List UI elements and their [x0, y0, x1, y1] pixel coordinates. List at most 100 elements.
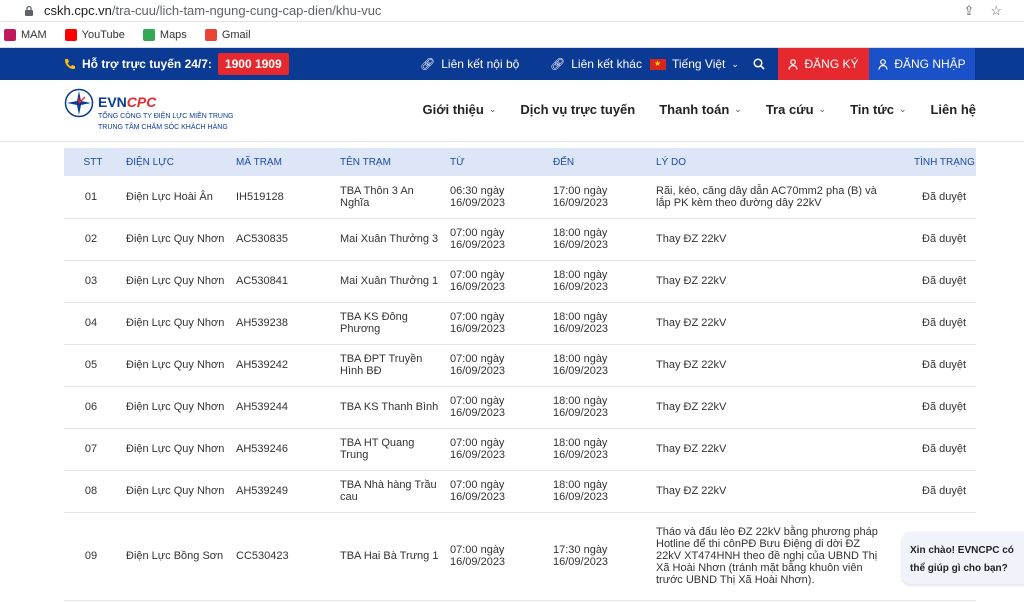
bookmarks-bar: MAM YouTube Maps Gmail [0, 22, 1024, 48]
evn-star-icon [64, 88, 94, 118]
table-cell: Tháo và đấu lèo ĐZ 22kV bằng phương pháp… [652, 512, 884, 601]
bookmark-label: Maps [159, 28, 187, 41]
table-cell: Thay ĐZ 22kV [652, 302, 884, 345]
browser-address-bar: cskh.cpc.vn/tra-cuu/lich-tam-ngung-cung-… [0, 0, 1024, 22]
chevron-down-icon: ⌄ [818, 104, 827, 114]
bookmark-maps[interactable]: Maps [142, 28, 187, 41]
table-header-row: STT ĐIỆN LỰC MÃ TRẠM TÊN TRẠM TỪ ĐẾN LÝ DO TÌNH… [64, 148, 976, 176]
table-cell: 18:00 ngày 16/09/2023 [549, 428, 652, 471]
hotline: Hỗ trợ trực tuyến 24/7: 1900 1909 [64, 53, 289, 75]
hotline-label: Hỗ trợ trực tuyến 24/7: [82, 57, 212, 71]
url-field[interactable]: cskh.cpc.vn/tra-cuu/lich-tam-ngung-cung-… [44, 3, 963, 18]
table-cell: 07:00 ngày 16/09/2023 [446, 302, 549, 345]
chevron-down-icon: ⌄ [734, 104, 742, 114]
nav-item-label: Tin tức [850, 102, 894, 117]
register-button[interactable]: ĐĂNG KÝ [778, 48, 869, 80]
table-cell: Thay ĐZ 22kV [652, 344, 884, 387]
share-icon[interactable]: ⇪ [963, 3, 974, 19]
column-header[interactable]: ĐẾN [549, 148, 652, 176]
table-cell: Điện Lực Quy Nhơn [122, 344, 232, 387]
chevron-down-icon: ⌄ [898, 104, 907, 114]
language-select[interactable]: Tiếng Việt ⌄ [650, 57, 739, 71]
column-header[interactable]: STT [64, 148, 122, 176]
gmail-icon [204, 28, 217, 41]
nav-item-4[interactable]: Tin tức ⌄ [850, 102, 906, 117]
table-cell: Thay ĐZ 22kV [652, 260, 884, 303]
table-cell: AC530841 [232, 260, 336, 303]
url-path: /tra-cuu/lich-tam-ngung-cung-cap-dien/kh… [111, 3, 382, 18]
table-cell: 07:00 ngày 16/09/2023 [446, 344, 549, 387]
login-button[interactable]: ĐĂNG NHẬP [869, 48, 975, 80]
column-header[interactable]: TÌNH TRẠNG [884, 148, 976, 176]
table-cell: 07:00 ngày 16/09/2023 [446, 386, 549, 429]
table-cell: TBA Thôn 3 An Nghĩa [336, 176, 446, 219]
bookmark-label: YouTube [81, 28, 125, 41]
table-cell: 18:00 ngày 16/09/2023 [549, 302, 652, 345]
table-cell: TBA ĐPT Truyền Hình BĐ [336, 344, 446, 387]
bookmark-mam[interactable]: MAM [4, 28, 47, 41]
table-cell: TBA Nhà hàng Trầu cau [336, 470, 446, 513]
link-icon: 🔗︎ [420, 57, 436, 71]
other-links[interactable]: 🔗︎ Liên kết khác [550, 57, 642, 71]
table-cell: Đã duyệt [884, 176, 976, 219]
column-header[interactable]: MÃ TRẠM [232, 148, 336, 176]
logo-brand: EVNCPC [98, 94, 157, 110]
table-cell: 05 [64, 344, 122, 387]
hotline-number[interactable]: 1900 1909 [217, 53, 289, 75]
nav-item-0[interactable]: Giới thiệu ⌄ [423, 102, 497, 117]
table-cell: Đã duyệt [884, 470, 976, 513]
other-links-label: Liên kết khác [571, 57, 642, 71]
table-cell: 07:00 ngày 16/09/2023 [446, 470, 549, 513]
table-cell: AH539246 [232, 428, 336, 471]
table-row: 04 Điện Lực Quy Nhơn AH539238 TBA KS Đông P… [64, 302, 976, 345]
chat-greeting-bubble[interactable]: Xin chào! EVNCPC có thể giúp gì cho bạn? [902, 532, 1024, 584]
phone-icon [64, 58, 76, 70]
column-header[interactable]: ĐIỆN LỰC [122, 148, 232, 176]
column-header[interactable]: TÊN TRẠM [336, 148, 446, 176]
nav-item-label: Dịch vụ trực tuyến [520, 102, 636, 117]
internal-links[interactable]: 🔗︎ Liên kết nội bộ [420, 57, 519, 71]
link-icon: 🔗︎ [550, 57, 566, 71]
table-cell: 07:00 ngày 16/09/2023 [446, 512, 549, 601]
search-button[interactable] [753, 58, 765, 70]
bookmark-youtube[interactable]: YouTube [64, 28, 125, 41]
column-header[interactable]: LÝ DO [652, 148, 884, 176]
language-label: Tiếng Việt [672, 57, 726, 71]
youtube-icon [64, 28, 77, 41]
evncpc-logo[interactable]: EVNCPC TỔNG CÔNG TY ĐIỆN LỰC MIỀN TRUNG … [64, 88, 234, 132]
table-cell: 07 [64, 428, 122, 471]
table-cell: 17:30 ngày 16/09/2023 [549, 512, 652, 601]
nav-item-label: Giới thiệu [422, 102, 484, 117]
column-header[interactable]: TỪ [446, 148, 549, 176]
table-cell: Điện Lực Quy Nhơn [122, 386, 232, 429]
outage-schedule-table: STT ĐIỆN LỰC MÃ TRẠM TÊN TRẠM TỪ ĐẾN LÝ DO TÌNH… [64, 148, 976, 601]
main-nav: Giới thiệu ⌄ Dịch vụ trực tuyến Thanh toán ⌄… [423, 102, 976, 117]
nav-item-1[interactable]: Dịch vụ trực tuyến [520, 102, 635, 117]
nav-item-5[interactable]: Liên hệ [930, 102, 976, 117]
table-cell: Mai Xuân Thưởng 3 [336, 218, 446, 261]
table-cell: 07:00 ngày 16/09/2023 [446, 260, 549, 303]
nav-item-2[interactable]: Thanh toán ⌄ [659, 102, 742, 117]
chevron-down-icon: ⌄ [731, 58, 739, 69]
table-cell: 09 [64, 512, 122, 601]
table-cell: 06:30 ngày 16/09/2023 [446, 176, 549, 219]
user-icon [788, 58, 799, 70]
table-cell: 18:00 ngày 16/09/2023 [549, 470, 652, 513]
table-cell: Điện Lực Quy Nhơn [122, 260, 232, 303]
table-cell: Điện Lực Bồng Sơn [122, 512, 232, 601]
table-cell: IH519128 [232, 176, 336, 219]
table-cell: 18:00 ngày 16/09/2023 [549, 260, 652, 303]
bookmark-gmail[interactable]: Gmail [204, 28, 251, 41]
table-cell: Điện Lực Quy Nhơn [122, 428, 232, 471]
table-row: 03 Điện Lực Quy Nhơn AC530841 Mai Xuân Thưở… [64, 260, 976, 303]
table-body: 01 Điện Lực Hoài Ân IH519128 TBA Thôn 3 An … [64, 176, 976, 601]
nav-item-3[interactable]: Tra cứu ⌄ [766, 102, 826, 117]
table-cell: 17:00 ngày 16/09/2023 [549, 176, 652, 219]
table-cell: 18:00 ngày 16/09/2023 [549, 344, 652, 387]
lock-icon[interactable] [22, 4, 36, 18]
star-icon[interactable]: ☆ [990, 3, 1002, 19]
table-cell: Thay ĐZ 22kV [652, 218, 884, 261]
internal-links-label: Liên kết nội bộ [441, 57, 520, 71]
table-cell: Thay ĐZ 22kV [652, 470, 884, 513]
chat-line-1: Xin chào! EVNCPC có [910, 545, 1014, 556]
